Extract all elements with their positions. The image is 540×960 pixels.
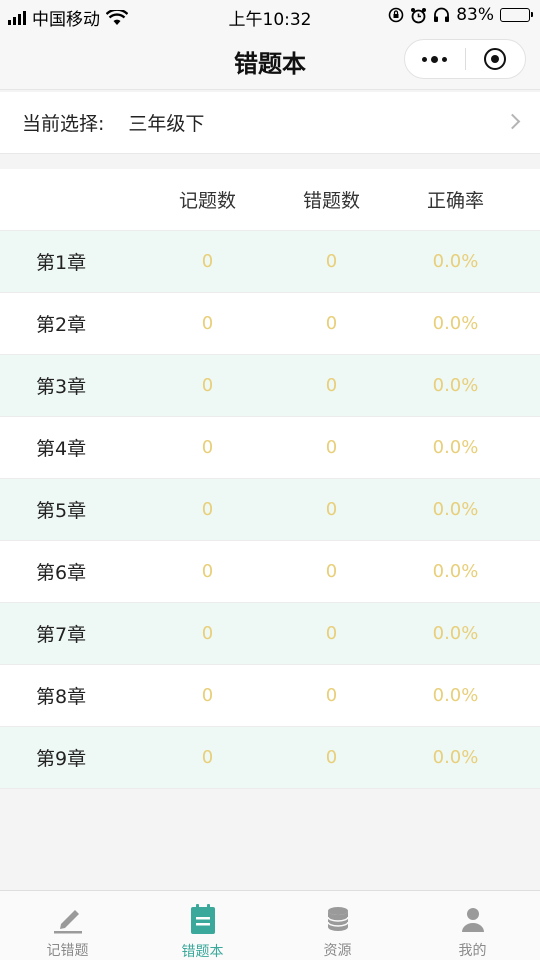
wrong-count: 0: [325, 437, 338, 458]
table-row[interactable]: 第9章 0 0 0.0%: [0, 727, 540, 789]
wrong-count: 0: [325, 623, 338, 644]
header-recorded: 记题数: [178, 190, 236, 212]
alarm-icon: [411, 7, 427, 23]
table-row[interactable]: 第6章 0 0 0.0%: [0, 541, 540, 603]
nav-bar: 错题本: [0, 30, 540, 90]
table-row[interactable]: 第2章 0 0 0.0%: [0, 293, 540, 355]
accuracy-rate: 0.0%: [432, 747, 479, 768]
battery-icon: [500, 8, 533, 22]
headphones-icon: [434, 7, 450, 22]
tab-profile[interactable]: 我的: [405, 891, 540, 960]
accuracy-rate: 0.0%: [432, 623, 479, 644]
more-button[interactable]: [405, 40, 465, 78]
tab-notebook[interactable]: 错题本: [135, 891, 270, 960]
table-row[interactable]: 第3章 0 0 0.0%: [0, 355, 540, 417]
resource-icon: [321, 903, 355, 934]
table-row[interactable]: 第1章 0 0 0.0%: [0, 231, 540, 293]
recorded-count: 0: [201, 251, 214, 272]
wrong-count: 0: [325, 685, 338, 706]
accuracy-rate: 0.0%: [432, 313, 479, 334]
wrong-count: 0: [325, 251, 338, 272]
recorded-count: 0: [201, 375, 214, 396]
chapter-name: 第9章: [36, 748, 87, 770]
chevron-right-icon: [504, 113, 521, 130]
accuracy-rate: 0.0%: [432, 499, 479, 520]
wrong-count: 0: [325, 747, 338, 768]
accuracy-rate: 0.0%: [432, 685, 479, 706]
tab-record[interactable]: 记错题: [0, 891, 135, 960]
more-dots-icon: [422, 55, 448, 63]
table-row[interactable]: 第5章 0 0 0.0%: [0, 479, 540, 541]
recorded-count: 0: [201, 685, 214, 706]
status-bar: 中国移动 上午10:32 83%: [0, 0, 540, 30]
accuracy-rate: 0.0%: [432, 375, 479, 396]
recorded-count: 0: [201, 561, 214, 582]
chapter-name: 第6章: [36, 562, 87, 584]
accuracy-rate: 0.0%: [432, 437, 479, 458]
chapter-name: 第2章: [36, 314, 87, 336]
tab-label-notebook: 错题本: [181, 944, 224, 960]
table-header: 记题数 错题数 正确率: [0, 169, 540, 231]
recorded-count: 0: [201, 437, 214, 458]
recorded-count: 0: [201, 623, 214, 644]
header-accuracy: 正确率: [426, 190, 484, 212]
recorded-count: 0: [201, 747, 214, 768]
rotation-lock-icon: [388, 7, 404, 23]
grade-selector[interactable]: 当前选择: 三年级下: [0, 92, 540, 154]
chapter-name: 第1章: [36, 252, 87, 274]
selection-value: 三年级下: [128, 113, 205, 135]
accuracy-rate: 0.0%: [432, 251, 479, 272]
table-row[interactable]: 第4章 0 0 0.0%: [0, 417, 540, 479]
tab-label-record: 记错题: [46, 943, 89, 959]
stats-table: 记题数 错题数 正确率 第1章 0 0 0.0% 第2章 0 0 0.0% 第3章 0 0 0.0% 第…: [0, 169, 540, 789]
wrong-count: 0: [325, 313, 338, 334]
chapter-name: 第3章: [36, 376, 87, 398]
status-right: 83%: [388, 5, 533, 25]
pencil-icon: [51, 903, 85, 934]
tab-label-profile: 我的: [458, 943, 487, 959]
tab-label-resources: 资源: [323, 943, 352, 959]
battery-percent: 83%: [456, 5, 494, 25]
recorded-count: 0: [201, 499, 214, 520]
header-wrong: 错题数: [302, 190, 360, 212]
chapter-name: 第5章: [36, 500, 87, 522]
target-icon: [484, 48, 507, 70]
selection-label: 当前选择:: [22, 113, 105, 135]
table-row[interactable]: 第7章 0 0 0.0%: [0, 603, 540, 665]
mini-program-capsule: [404, 39, 526, 79]
wrong-count: 0: [325, 375, 338, 396]
recorded-count: 0: [201, 313, 214, 334]
table-body: 第1章 0 0 0.0% 第2章 0 0 0.0% 第3章 0 0 0.0% 第4章 0 0 0.0% 第5章 0…: [0, 231, 540, 789]
close-mini-program-button[interactable]: [466, 40, 526, 78]
chapter-name: 第4章: [36, 438, 87, 460]
notebook-icon: [186, 903, 220, 935]
chapter-name: 第7章: [36, 624, 87, 646]
tab-bar: 记错题 错题本 资源 我的: [0, 890, 540, 960]
user-icon: [456, 903, 490, 934]
wrong-count: 0: [325, 499, 338, 520]
accuracy-rate: 0.0%: [432, 561, 479, 582]
wrong-count: 0: [325, 561, 338, 582]
tab-resources[interactable]: 资源: [270, 891, 405, 960]
chapter-name: 第8章: [36, 686, 87, 708]
table-row[interactable]: 第8章 0 0 0.0%: [0, 665, 540, 727]
